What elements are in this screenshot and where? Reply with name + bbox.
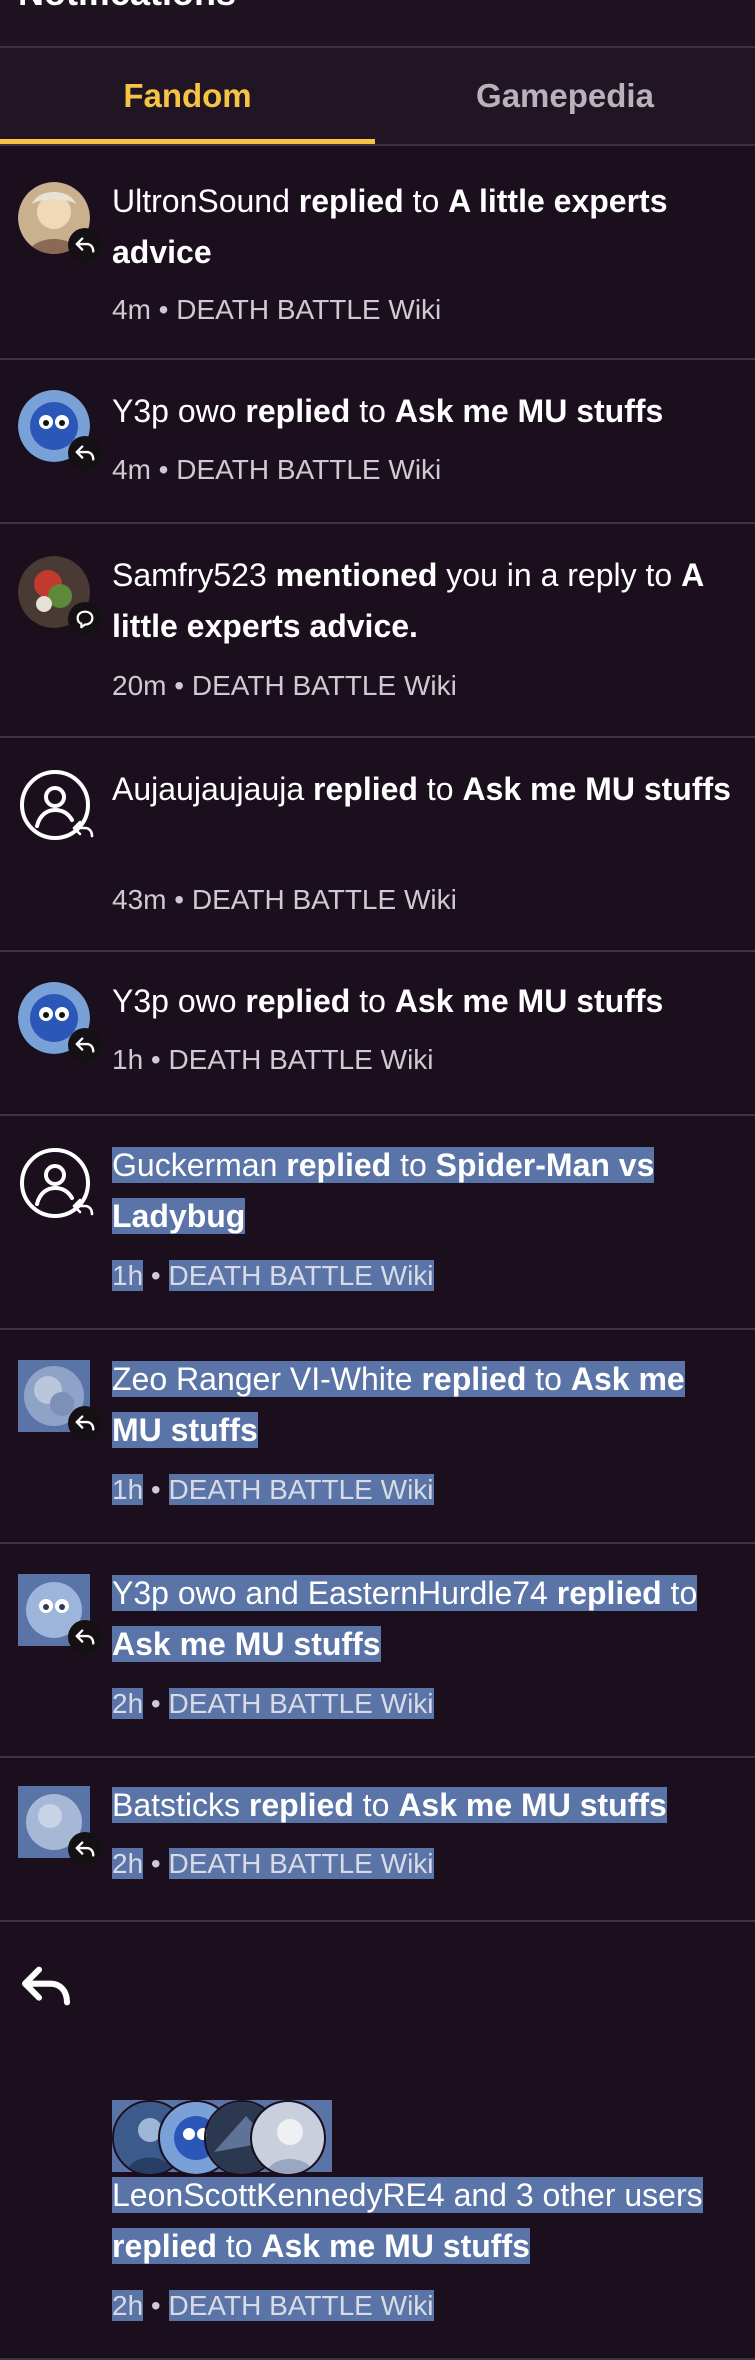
- notification-meta: 4m • DEATH BATTLE Wiki: [112, 294, 442, 325]
- notification-text: Y3p owo and EasternHurdle74 replied to A…: [112, 1575, 698, 1662]
- notification-tabs: Fandom Gamepedia: [0, 48, 755, 144]
- notification-text: Y3p owo replied to Ask me MU stuffs: [112, 983, 664, 1019]
- notification-meta: 2h • DEATH BATTLE Wiki: [112, 1688, 434, 1719]
- avatar: [18, 1574, 102, 1654]
- reply-icon: [66, 1190, 100, 1224]
- notification-text: Aujaujaujauja replied to Ask me MU stuff…: [112, 771, 731, 807]
- avatar: [18, 390, 102, 470]
- notification-meta: 20m • DEATH BATTLE Wiki: [112, 670, 457, 701]
- notification-meta: 1h • DEATH BATTLE Wiki: [112, 1044, 434, 1075]
- user-avatar-icon: [250, 2100, 326, 2176]
- tab-fandom[interactable]: Fandom: [0, 48, 375, 144]
- notification-meta: 4m • DEATH BATTLE Wiki: [112, 454, 442, 485]
- notification-text: Zeo Ranger VI-White replied to Ask me MU…: [112, 1361, 685, 1448]
- notification-item[interactable]: UltronSound replied to A little experts …: [0, 146, 755, 360]
- notification-text: Batsticks replied to Ask me MU stuffs: [112, 1787, 667, 1823]
- notification-text: LeonScottKennedyRE4 and 3 other users re…: [112, 2177, 703, 2264]
- notification-item[interactable]: Samfry523 mentioned you in a reply to A …: [0, 524, 755, 738]
- notification-text: UltronSound replied to A little experts …: [112, 183, 668, 270]
- reply-icon: [68, 1620, 102, 1654]
- notification-meta: 1h • DEATH BATTLE Wiki: [112, 1260, 434, 1291]
- notification-item[interactable]: Zeo Ranger VI-White replied to Ask me MU…: [0, 1330, 755, 1544]
- notification-text: Samfry523 mentioned you in a reply to A …: [112, 557, 704, 644]
- reply-icon: [18, 1958, 74, 2014]
- reply-icon: [68, 228, 102, 262]
- notification-item[interactable]: Y3p owo replied to Ask me MU stuffs 4m •…: [0, 360, 755, 524]
- reply-icon: [68, 1028, 102, 1062]
- reply-icon: [68, 436, 102, 470]
- notification-item[interactable]: Y3p owo and EasternHurdle74 replied to A…: [0, 1544, 755, 1758]
- avatar: [18, 182, 102, 262]
- avatar-stack: [112, 2100, 332, 2176]
- tab-gamepedia[interactable]: Gamepedia: [375, 48, 755, 144]
- reply-icon: [68, 1832, 102, 1866]
- notification-meta: 43m • DEATH BATTLE Wiki: [112, 884, 457, 915]
- notification-item[interactable]: Aujaujaujauja replied to Ask me MU stuff…: [0, 738, 755, 952]
- avatar: [18, 768, 92, 842]
- reply-icon-wrap: [18, 1958, 92, 2032]
- reply-icon: [68, 1406, 102, 1440]
- notification-text: Guckerman replied to Spider-Man vs Ladyb…: [112, 1147, 655, 1234]
- reply-icon: [66, 812, 100, 846]
- notifications-header: Notifications: [0, 0, 755, 48]
- avatar: [18, 556, 102, 636]
- notification-item[interactable]: Y3p owo replied to Ask me MU stuffs 1h •…: [0, 952, 755, 1116]
- avatar: [18, 982, 102, 1062]
- avatar: [18, 1146, 92, 1220]
- notification-item[interactable]: Guckerman replied to Spider-Man vs Ladyb…: [0, 1116, 755, 1330]
- notification-text: Y3p owo replied to Ask me MU stuffs: [112, 393, 664, 429]
- notification-item[interactable]: Batsticks replied to Ask me MU stuffs 2h…: [0, 1758, 755, 1922]
- notification-item[interactable]: LeonScottKennedyRE4 and 3 other users re…: [0, 1922, 755, 2360]
- page-title: Notifications: [18, 0, 236, 14]
- notification-meta: 1h • DEATH BATTLE Wiki: [112, 1474, 434, 1505]
- avatar: [18, 1786, 102, 1866]
- avatar: [18, 1360, 102, 1440]
- notification-meta: 2h • DEATH BATTLE Wiki: [112, 2290, 434, 2321]
- notification-meta: 2h • DEATH BATTLE Wiki: [112, 1848, 434, 1879]
- comment-icon: [68, 602, 102, 636]
